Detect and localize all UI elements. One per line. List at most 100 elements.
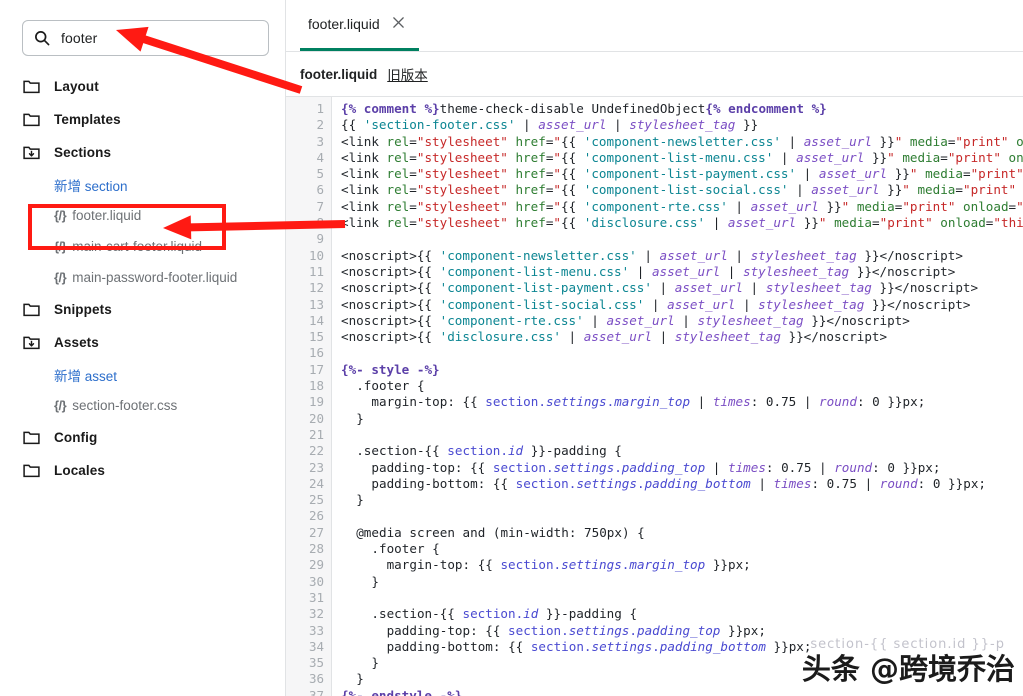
page-title: footer.liquid (300, 66, 378, 82)
line-number: 22 (308, 443, 324, 459)
code-line: padding-top: {{ section.settings.padding… (371, 459, 941, 475)
sidebar-folder-config[interactable]: Config (0, 421, 285, 454)
add-asset-label-en: asset (81, 368, 118, 384)
code-line: padding-top: {{ section.settings.padding… (386, 622, 766, 638)
line-number: 23 (308, 459, 324, 475)
liquid-icon: {/} (54, 208, 67, 223)
file-tree-sidebar: footer Layout Templates Sections 新增 sect… (0, 0, 286, 696)
editor-pane: footer.liquid footer.liquid 旧版本 12345678… (286, 0, 1023, 696)
code-line: <noscript>{{ 'component-rte.css' | asset… (341, 312, 910, 328)
sidebar-folder-label: Sections (54, 145, 112, 160)
sidebar-folder-label: Locales (54, 463, 105, 478)
line-number: 25 (308, 492, 324, 508)
sidebar-folder-sections[interactable]: Sections (0, 136, 285, 169)
line-number: 33 (308, 622, 324, 638)
line-number: 6 (316, 182, 324, 198)
code-line: {{ 'section-footer.css' | asset_url | st… (341, 117, 759, 133)
sidebar-file-section-footer-css[interactable]: {/} section-footer.css (0, 390, 285, 421)
line-number: 17 (308, 361, 324, 377)
line-number: 27 (308, 524, 324, 540)
file-header-bar: footer.liquid 旧版本 (286, 52, 1023, 96)
add-section-label-en: section (81, 178, 128, 194)
folder-open-icon (22, 333, 41, 352)
code-line: <link rel="stylesheet" href="{{ 'disclos… (341, 215, 1023, 231)
code-editor[interactable]: 1 2 3 4 5 6 7 8 9 10 11 12 13 14 15 16 17 18 19 20 21 22 23 24 2… (286, 96, 1023, 696)
sidebar-folder-templates[interactable]: Templates (0, 103, 285, 136)
sidebar-file-label: main-password-footer.liquid (72, 270, 238, 285)
liquid-icon: {/} (54, 270, 67, 285)
line-number: 36 (308, 671, 324, 687)
sidebar-folder-locales[interactable]: Locales (0, 454, 285, 487)
add-section-label: 新增 section (54, 175, 128, 195)
code-line: padding-bottom: {{ section.settings.padd… (386, 638, 812, 654)
line-number: 12 (308, 280, 324, 296)
line-number: 11 (308, 263, 324, 279)
sidebar-file-footer-liquid[interactable]: {/} footer.liquid (0, 200, 285, 231)
sidebar-add-asset-link[interactable]: 新增 asset (0, 359, 285, 390)
line-number: 13 (308, 296, 324, 312)
code-line: <noscript>{{ 'component-list-payment.css… (341, 280, 979, 296)
code-line: .footer { (371, 541, 440, 557)
code-line: } (356, 671, 364, 687)
code-line: .section-{{ section.id }}-padding { (371, 606, 638, 622)
code-line: } (356, 492, 364, 508)
sidebar-folder-layout[interactable]: Layout (0, 70, 285, 103)
code-line: padding-bottom: {{ section.settings.padd… (371, 475, 986, 491)
line-number: 8 (316, 215, 324, 231)
code-line: margin-top: {{ section.settings.margin_t… (386, 557, 751, 573)
legacy-version-link[interactable]: 旧版本 (387, 64, 428, 84)
sidebar-file-label: section-footer.css (72, 398, 178, 413)
code-line: <link rel="stylesheet" href="{{ 'compone… (341, 166, 1023, 182)
code-line: } (356, 410, 364, 426)
sidebar-folder-label: Snippets (54, 302, 112, 317)
code-line: <noscript>{{ 'component-newsletter.css' … (341, 247, 963, 263)
line-number-gutter: 1 2 3 4 5 6 7 8 9 10 11 12 13 14 15 16 17 18 19 20 21 22 23 24 2… (286, 97, 332, 696)
search-input-value: footer (61, 30, 98, 46)
code-content[interactable]: {% comment %}theme-check-disable Undefin… (332, 97, 1023, 696)
file-tree: Layout Templates Sections 新增 section {/}… (0, 70, 285, 487)
tab-label: footer.liquid (308, 16, 380, 32)
code-line: @media screen and (min-width: 750px) { (356, 524, 645, 540)
folder-icon (22, 461, 41, 480)
add-asset-label-cn: 新增 (54, 368, 81, 384)
code-line: <link rel="stylesheet" href="{{ 'compone… (341, 182, 1017, 198)
line-number: 26 (308, 508, 324, 524)
sidebar-folder-snippets[interactable]: Snippets (0, 293, 285, 326)
line-number: 15 (308, 329, 324, 345)
sidebar-folder-label: Templates (54, 112, 121, 127)
search-input[interactable]: footer (22, 20, 269, 56)
line-number: 1 (316, 101, 324, 116)
add-asset-label: 新增 asset (54, 365, 117, 385)
code-line: .footer { (356, 378, 425, 394)
code-line: <link rel="stylesheet" href="{{ 'compone… (341, 133, 1023, 149)
theme-code-editor-window: footer Layout Templates Sections 新增 sect… (0, 0, 1023, 696)
line-number: 29 (308, 557, 324, 573)
code-line: .section-{{ section.id }}-padding { (356, 443, 622, 459)
line-number: 4 (316, 149, 324, 165)
sidebar-folder-label: Layout (54, 79, 99, 94)
line-number: 5 (316, 166, 324, 182)
code-line: <link rel="stylesheet" href="{{ 'compone… (341, 198, 1023, 214)
line-number: 28 (308, 541, 324, 557)
line-number: 34 (308, 638, 324, 654)
line-number: 16 (308, 345, 324, 361)
sidebar-add-section-link[interactable]: 新增 section (0, 169, 285, 200)
line-number: 21 (308, 426, 324, 442)
tab-footer-liquid[interactable]: footer.liquid (300, 0, 419, 51)
liquid-icon: {/} (54, 398, 67, 413)
code-line: {% comment %}theme-check-disable Undefin… (341, 101, 827, 116)
line-number: 32 (308, 606, 324, 622)
close-icon[interactable] (392, 16, 405, 32)
line-number: 14 (308, 312, 324, 328)
sidebar-folder-assets[interactable]: Assets (0, 326, 285, 359)
sidebar-file-main-cart-footer-liquid[interactable]: {/} main-cart-footer.liquid (0, 231, 285, 262)
sidebar-file-main-password-footer-liquid[interactable]: {/} main-password-footer.liquid (0, 262, 285, 293)
line-number: 20 (308, 410, 324, 426)
liquid-icon: {/} (54, 239, 67, 254)
code-line: {%- style -%} (341, 361, 440, 377)
